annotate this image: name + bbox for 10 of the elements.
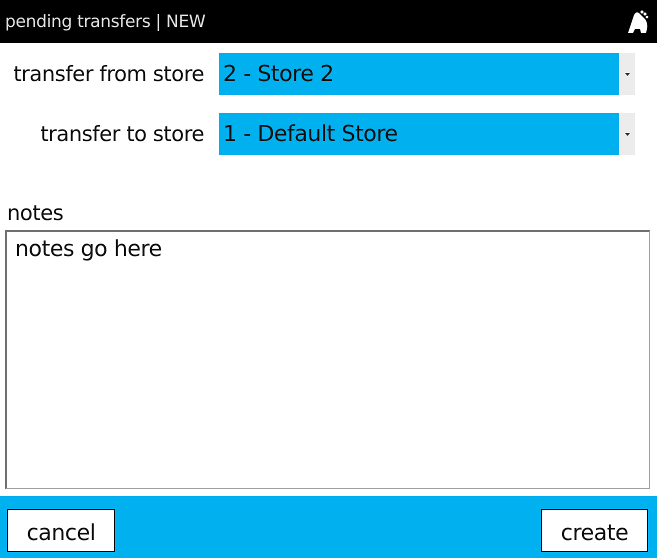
notes-field[interactable]: notes go here — [5, 230, 650, 489]
caret-icon — [624, 72, 630, 76]
cancel-button[interactable]: cancel — [7, 508, 115, 552]
window-title: pending transfers | NEW — [5, 12, 206, 32]
caret-icon — [624, 132, 630, 136]
field-label: transfer from store — [12, 62, 205, 86]
field-label: transfer to store — [39, 122, 205, 146]
notes-label: notes — [6, 201, 64, 227]
create-button[interactable]: create — [541, 508, 648, 552]
logo-icon — [625, 8, 649, 34]
